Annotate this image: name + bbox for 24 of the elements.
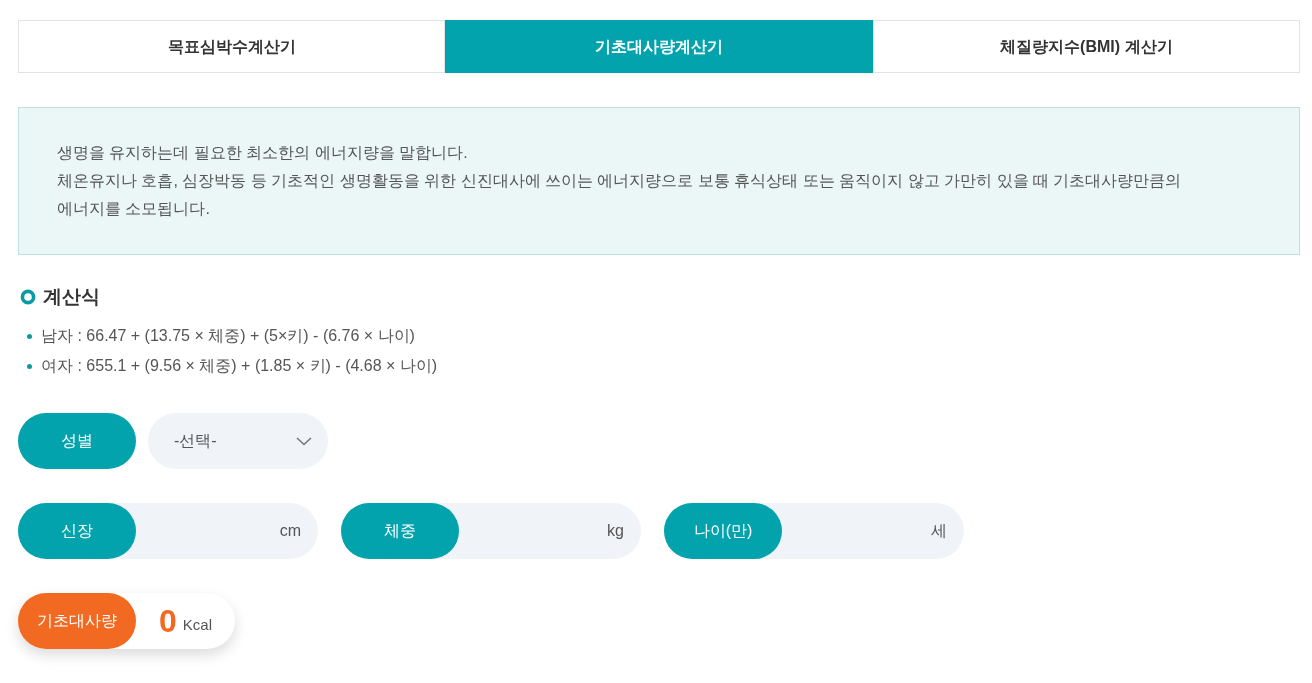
- result-value: 0: [159, 605, 177, 637]
- ring-icon: [20, 289, 36, 305]
- field-label: 체중: [341, 503, 459, 559]
- tab[interactable]: 목표심박수계산기: [18, 20, 446, 73]
- unit-label: kg: [606, 521, 625, 541]
- input-field[interactable]: 체중 kg: [341, 503, 641, 559]
- field-label: 성별: [18, 413, 136, 469]
- unit-label: Kcal: [182, 614, 212, 635]
- input-field[interactable]: 나이(만) 세: [664, 503, 964, 559]
- section-heading: 계산식: [43, 284, 100, 309]
- formula-text: 여자 : 655.1 + (9.56 × 체중) + (1.85 × 키) - (4.68 × 나이): [41, 356, 438, 376]
- unit-label: 세: [930, 521, 948, 541]
- field-label: 나이(만): [664, 503, 782, 559]
- result-label: 기초대사량: [18, 593, 136, 649]
- unit-label: cm: [278, 521, 302, 541]
- input-field[interactable]: 신장 cm: [18, 503, 318, 559]
- description-text: 생명을 유지하는데 필요한 최소한의 에너지량을 말합니다. 체온유지나 호흡, 심장박동 등 기초적인 생명활동을 위한 신진대사에 쓰이는 에너지량으로 보통 휴식상태 또는 움직이지 않고 가만히 있을 때 기초대사량만큼의 에너지를 소모됩니다.: [57, 143, 1183, 219]
- chevron-down-icon: [296, 436, 312, 446]
- tab[interactable]: 체질량지수(BMI) 계산기: [872, 20, 1300, 73]
- bullet-icon: [27, 363, 32, 369]
- field-label: 신장: [18, 503, 136, 559]
- gender-select[interactable]: -선택-: [148, 413, 328, 469]
- bullet-icon: [27, 333, 32, 339]
- formula-text: 남자 : 66.47 + (13.75 × 체중) + (5×키) - (6.76 × 나이): [41, 326, 415, 346]
